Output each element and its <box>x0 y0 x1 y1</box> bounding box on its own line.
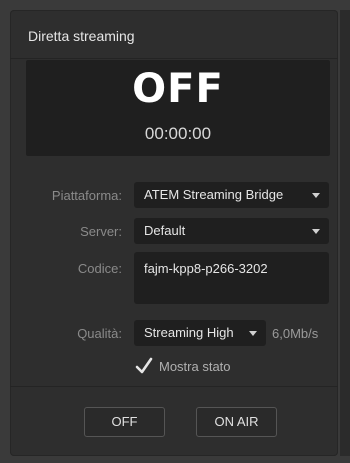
quality-select[interactable]: Streaming High <box>134 320 266 346</box>
stream-state: OFF <box>132 66 224 112</box>
show-status-label: Mostra stato <box>159 359 231 374</box>
server-select[interactable]: Default <box>134 218 329 244</box>
quality-value: Streaming High <box>144 325 234 340</box>
platform-value: ATEM Streaming Bridge <box>144 187 284 202</box>
checkmark-icon <box>135 357 153 374</box>
status-display: OFF 00:00:00 <box>26 60 330 156</box>
show-status-checkbox[interactable]: Mostra stato <box>134 356 254 376</box>
adjacent-panel-edge <box>340 10 350 456</box>
on-air-button[interactable]: ON AIR <box>196 407 277 437</box>
off-button[interactable]: OFF <box>84 407 165 437</box>
server-value: Default <box>144 223 186 238</box>
panel-header: Diretta streaming <box>10 10 338 59</box>
server-label: Server: <box>80 224 122 239</box>
chevron-down-icon <box>312 193 320 198</box>
platform-select[interactable]: ATEM Streaming Bridge <box>134 182 329 208</box>
chevron-down-icon <box>312 229 320 234</box>
stream-timer: 00:00:00 <box>144 124 212 143</box>
quality-label: Qualità: <box>77 326 122 341</box>
panel-title: Diretta streaming <box>28 28 135 44</box>
footer-divider <box>10 386 338 387</box>
chevron-down-icon <box>249 331 257 336</box>
app-background: Diretta streaming OFF 00:00:00 Piattafor… <box>0 0 350 463</box>
platform-label: Piattaforma: <box>51 188 122 203</box>
stream-key-field[interactable]: fajm-kpp8-p266-3202 <box>134 252 329 304</box>
bitrate-readout: 6,0Mb/s <box>272 326 319 341</box>
streaming-panel: Diretta streaming OFF 00:00:00 Piattafor… <box>10 10 338 456</box>
key-label: Codice: <box>77 261 122 276</box>
